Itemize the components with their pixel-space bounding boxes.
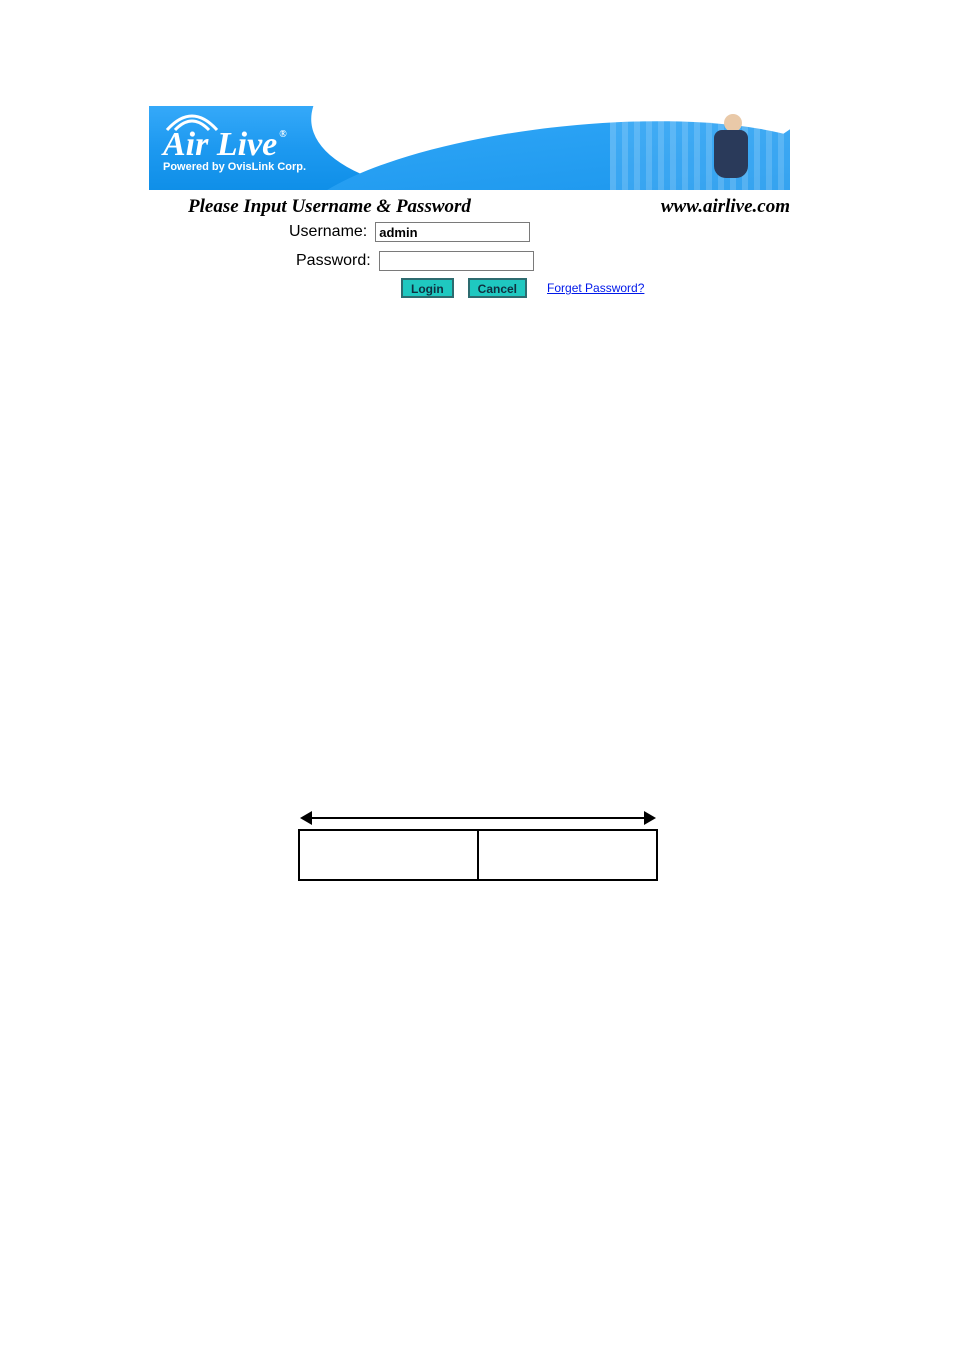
password-label: Password: [296,252,371,270]
username-label: Username: [289,223,367,241]
button-row: Login Cancel Forget Password? [401,278,644,298]
forgot-password-link[interactable]: Forget Password? [547,281,644,295]
brand-registered: ® [279,130,286,140]
brand-logo: Air Live ® Powered by OvisLink Corp. [163,112,306,173]
username-row: Username: [289,222,530,242]
headline-instruction: Please Input Username & Password [188,196,471,218]
brand-tagline: Powered by OvisLink Corp. [163,162,306,173]
cancel-button[interactable]: Cancel [468,278,527,298]
box-cell-left [300,831,479,879]
banner-decoration [610,106,790,190]
password-row: Password: [296,251,534,271]
double-arrow-icon [302,809,654,827]
diagram [298,809,658,881]
password-input[interactable] [379,251,534,271]
arrow-line [310,817,646,819]
brand-text: Air Live [163,128,277,162]
page: Air Live ® Powered by OvisLink Corp. Ple… [0,0,954,1349]
login-button[interactable]: Login [401,278,454,298]
headline-url: www.airlive.com [661,196,790,218]
two-cell-box [298,829,658,881]
headline-row: Please Input Username & Password www.air… [188,196,790,218]
username-input[interactable] [375,222,530,242]
banner-person-graphic [714,114,748,178]
box-cell-right [479,831,656,879]
banner: Air Live ® Powered by OvisLink Corp. [149,106,790,190]
arrow-right-icon [644,811,656,825]
